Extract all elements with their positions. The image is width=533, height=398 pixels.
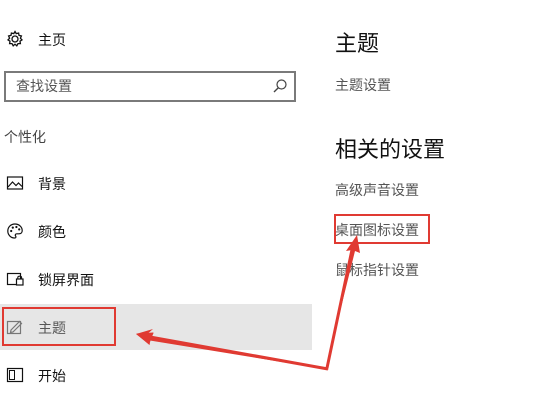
sidebar-item-start[interactable]: 开始 [0,354,312,398]
sidebar: 主页 个性化 背景 [0,0,312,385]
sidebar-item-colors[interactable]: 颜色 [0,210,312,254]
search-box[interactable] [4,71,296,102]
sidebar-item-label: 开始 [38,369,66,385]
sidebar-item-lock-screen[interactable]: 锁屏界面 [0,258,312,302]
theme-icon [6,318,24,336]
advanced-sound-settings-link[interactable]: 高级声音设置 [335,180,419,200]
start-icon [6,366,24,384]
image-icon [6,174,24,192]
mouse-pointer-settings-link[interactable]: 鼠标指针设置 [335,260,419,280]
sidebar-item-label: 锁屏界面 [38,273,94,289]
sidebar-item-label: 颜色 [38,225,66,241]
home-nav-item[interactable]: 主页 [0,22,312,58]
theme-settings-link[interactable]: 主题设置 [335,75,391,95]
desktop-icon-settings-link[interactable]: 桌面图标设置 [335,220,419,240]
main-content: 主题 主题设置 相关的设置 高级声音设置 桌面图标设置 鼠标指针设置 [334,0,533,385]
section-label-personalization: 个性化 [4,130,46,146]
search-input[interactable] [16,77,256,96]
sidebar-item-background[interactable]: 背景 [0,162,312,206]
sidebar-item-label: 主题 [38,321,66,337]
sidebar-item-themes[interactable]: 主题 [0,304,312,350]
search-icon[interactable] [272,78,288,94]
gear-icon [6,30,24,48]
lock-screen-icon [6,270,24,288]
sidebar-item-label: 背景 [38,177,66,193]
home-label: 主页 [38,33,66,49]
page-title: 主题 [335,32,380,57]
related-settings-title: 相关的设置 [335,138,446,163]
palette-icon [6,222,24,240]
